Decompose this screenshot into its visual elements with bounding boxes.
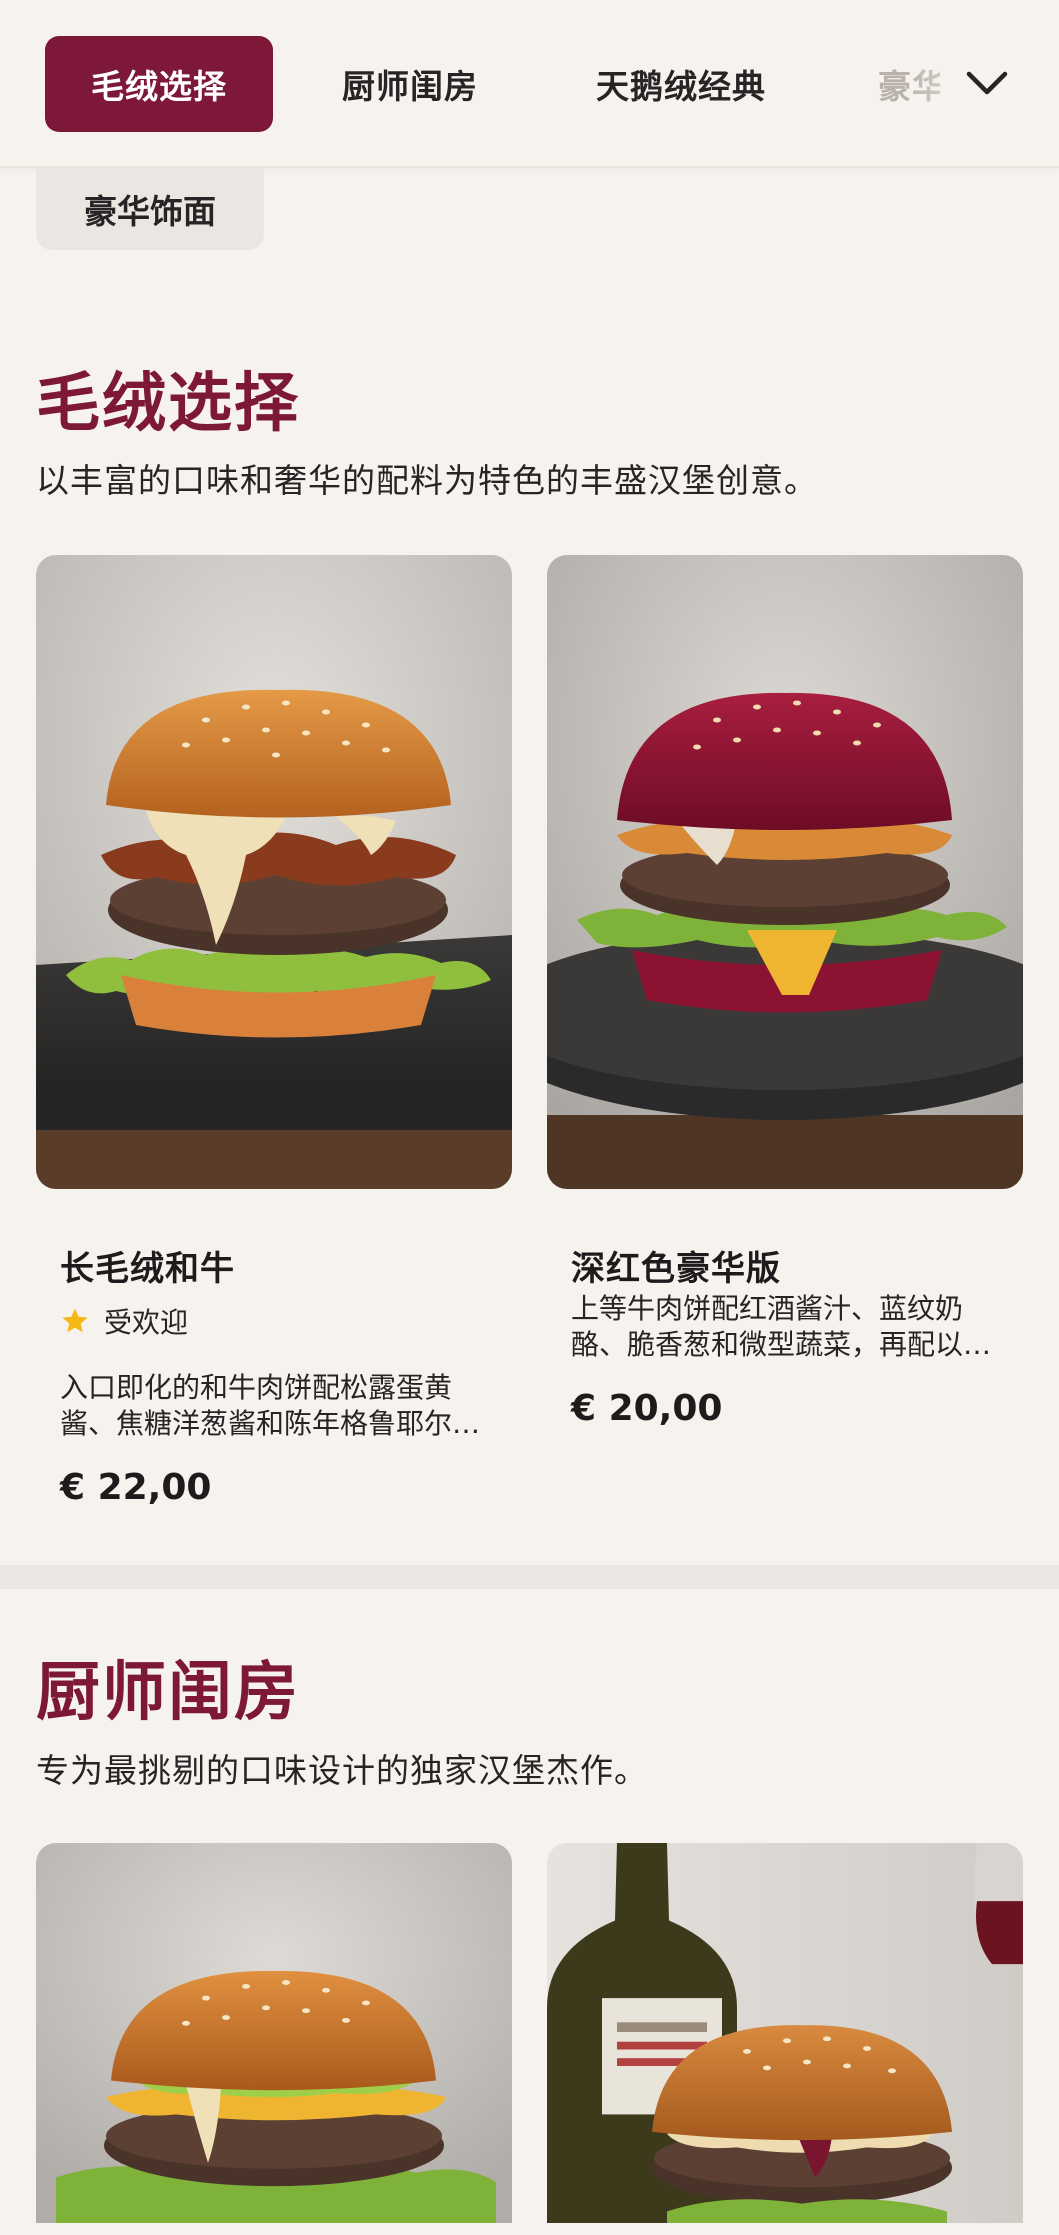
chevron-down-icon xyxy=(966,71,1008,95)
star-icon xyxy=(62,1308,88,1333)
menu-item-card[interactable]: 长毛绒和牛 受欢迎 入口即化的和牛肉饼配松露蛋黄酱、焦糖洋葱酱和陈年格鲁耶尔奶酪… xyxy=(36,555,512,1535)
section-description: 以丰富的口味和奢华的配料为特色的丰盛汉堡创意。 xyxy=(36,461,818,500)
burger-photo xyxy=(36,555,512,1189)
category-nav: 毛绒选择 厨师闺房 天鹅绒经典 豪华饰面 xyxy=(0,0,1059,168)
tab-plush-selection[interactable]: 毛绒选择 xyxy=(45,36,273,132)
burger-photo xyxy=(547,1843,1023,2223)
section-divider xyxy=(0,1565,1059,1589)
burger-photo xyxy=(36,1843,512,2223)
item-description: 入口即化的和牛肉饼配松露蛋黄酱、焦糖洋葱酱和陈年格鲁耶尔奶酪，盛在金黄奶油面包中… xyxy=(60,1371,481,1440)
menu-item-card[interactable]: 深红色豪华版 上等牛肉饼配红酒酱汁、蓝纹奶酪、脆香葱和微型蔬菜，再配以深红色甜菜… xyxy=(547,555,1023,1455)
tab-velvet-classics[interactable]: 天鹅绒经典 xyxy=(576,36,786,132)
section-title-chefs-boudoir: 厨师闺房 xyxy=(36,1656,300,1730)
expand-categories-button[interactable] xyxy=(962,58,1012,108)
tab-chefs-boudoir[interactable]: 厨师闺房 xyxy=(320,36,500,132)
item-description: 上等牛肉饼配红酒酱汁、蓝纹奶酪、脆香葱和微型蔬菜，再配以深红色甜菜根面包。 xyxy=(571,1292,992,1361)
popular-badge: 受欢迎 xyxy=(60,1301,188,1341)
item-price: € 20,00 xyxy=(571,1388,723,1429)
section-description: 专为最挑剔的口味设计的独家汉堡杰作。 xyxy=(36,1751,648,1790)
section-title-plush-selection: 毛绒选择 xyxy=(36,367,300,441)
burger-photo xyxy=(547,555,1023,1189)
menu-item-card[interactable] xyxy=(36,1843,512,2235)
tab-luxury-finish[interactable]: 豪华饰面 xyxy=(878,36,940,132)
badge-label: 受欢迎 xyxy=(104,1306,189,1339)
item-name: 深红色豪华版 xyxy=(571,1249,781,1289)
category-chip-luxury-finish[interactable]: 豪华饰面 xyxy=(36,168,264,250)
item-name: 长毛绒和牛 xyxy=(60,1249,235,1289)
menu-item-card[interactable] xyxy=(547,1843,1023,2235)
item-price: € 22,00 xyxy=(60,1467,212,1508)
